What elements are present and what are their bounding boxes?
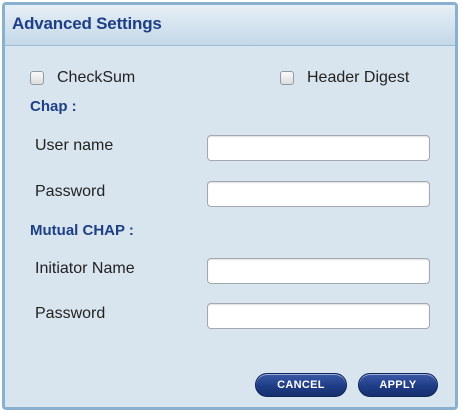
- chap-heading: Chap :: [30, 98, 77, 115]
- checksum-checkbox[interactable]: [30, 71, 44, 85]
- mutual-password-input[interactable]: [207, 303, 430, 329]
- header-digest-option[interactable]: Header Digest: [280, 69, 409, 87]
- dialog-title: Advanced Settings: [12, 14, 162, 33]
- chap-password-label: Password: [35, 183, 106, 200]
- chap-username-input[interactable]: [207, 135, 430, 161]
- checksum-label: CheckSum: [57, 69, 136, 86]
- dialog-body: CheckSum Header Digest Chap : User name …: [5, 46, 455, 407]
- initiator-name-label: Initiator Name: [35, 260, 135, 277]
- advanced-settings-dialog: Advanced Settings CheckSum Header Digest…: [2, 2, 458, 410]
- header-digest-checkbox[interactable]: [280, 71, 294, 85]
- header-digest-label: Header Digest: [307, 69, 410, 86]
- mutual-password-label: Password: [35, 305, 106, 322]
- dialog-titlebar: Advanced Settings: [5, 5, 455, 46]
- mutual-chap-heading: Mutual CHAP :: [30, 222, 134, 239]
- chap-password-input[interactable]: [207, 181, 430, 207]
- apply-button[interactable]: APPLY: [358, 373, 438, 397]
- checksum-option[interactable]: CheckSum: [30, 69, 135, 87]
- chap-username-label: User name: [35, 137, 114, 154]
- cancel-button[interactable]: CANCEL: [255, 373, 347, 397]
- initiator-name-input[interactable]: [207, 258, 430, 284]
